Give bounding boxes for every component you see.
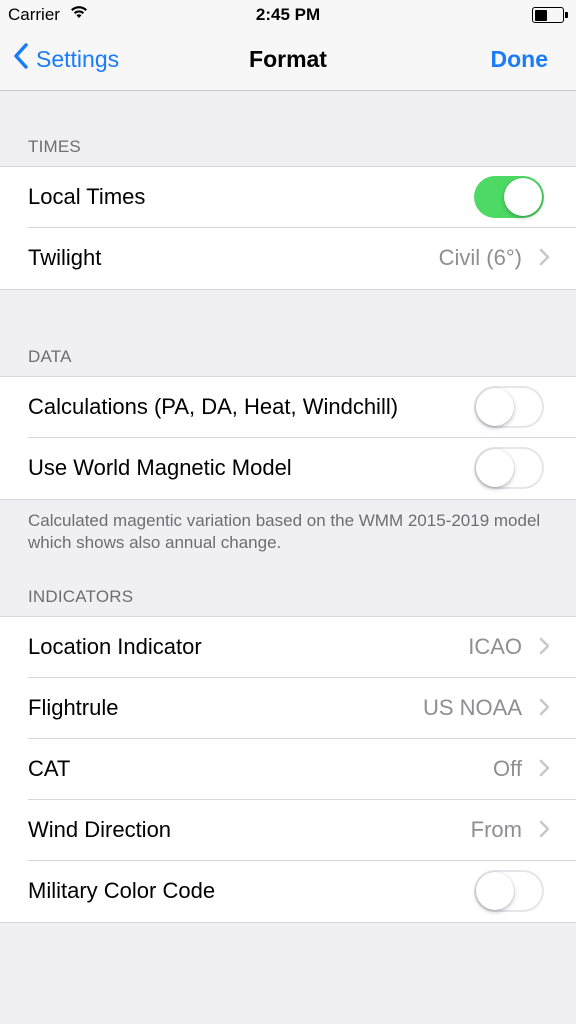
flightrule-label: Flightrule (28, 695, 119, 720)
chevron-right-icon (539, 820, 550, 843)
chevron-right-icon (539, 248, 550, 271)
flightrule-value: US NOAA (422, 695, 522, 720)
battery-icon (532, 7, 568, 23)
local-times-label: Local Times (28, 184, 146, 209)
data-group: Calculations (PA, DA, Heat, Windchill) U… (0, 376, 576, 500)
calculations-row: Calculations (PA, DA, Heat, Windchill) (0, 377, 576, 438)
section-header-times: TIMES (28, 137, 81, 156)
wind-direction-row[interactable]: Wind Direction From (0, 799, 576, 861)
done-button[interactable]: Done (491, 46, 549, 73)
cat-value: Off (493, 756, 522, 781)
top-bar: Carrier 2:45 PM Settings Format Done (0, 0, 576, 91)
military-color-code-toggle[interactable] (474, 870, 544, 912)
wmm-toggle[interactable] (474, 447, 544, 489)
location-indicator-value: ICAO (468, 634, 522, 659)
wind-direction-label: Wind Direction (28, 817, 172, 842)
local-times-toggle[interactable] (474, 176, 544, 218)
chevron-right-icon (539, 637, 550, 660)
location-indicator-row[interactable]: Location Indicator ICAO (0, 617, 576, 678)
military-color-code-label: Military Color Code (28, 878, 216, 903)
chevron-right-icon (539, 698, 550, 721)
wind-direction-value: From (470, 817, 522, 842)
indicators-group: Location Indicator ICAO Flightrule US NO… (0, 616, 576, 923)
section-header-data: DATA (28, 347, 72, 366)
status-bar: Carrier 2:45 PM (0, 0, 576, 30)
flightrule-row[interactable]: Flightrule US NOAA (0, 677, 576, 739)
cat-row[interactable]: CAT Off (0, 738, 576, 800)
data-footer-note: Calculated magentic variation based on t… (28, 511, 541, 552)
local-times-row: Local Times (0, 167, 576, 228)
status-time: 2:45 PM (255, 5, 321, 24)
navigation-bar: Settings Format Done (0, 30, 576, 90)
section-header-indicators: INDICATORS (28, 587, 134, 606)
twilight-value: Civil (6°) (438, 245, 522, 270)
cat-label: CAT (28, 756, 71, 781)
chevron-right-icon (539, 759, 550, 782)
times-group: Local Times Twilight Civil (6°) (0, 166, 576, 290)
wmm-label: Use World Magnetic Model (28, 455, 292, 480)
twilight-label: Twilight (28, 245, 102, 270)
calculations-toggle[interactable] (474, 386, 544, 428)
military-color-code-row: Military Color Code (0, 860, 576, 922)
wmm-row: Use World Magnetic Model (0, 437, 576, 499)
calculations-label: Calculations (PA, DA, Heat, Windchill) (28, 394, 399, 419)
location-indicator-label: Location Indicator (28, 634, 202, 659)
twilight-row[interactable]: Twilight Civil (6°) (0, 227, 576, 289)
